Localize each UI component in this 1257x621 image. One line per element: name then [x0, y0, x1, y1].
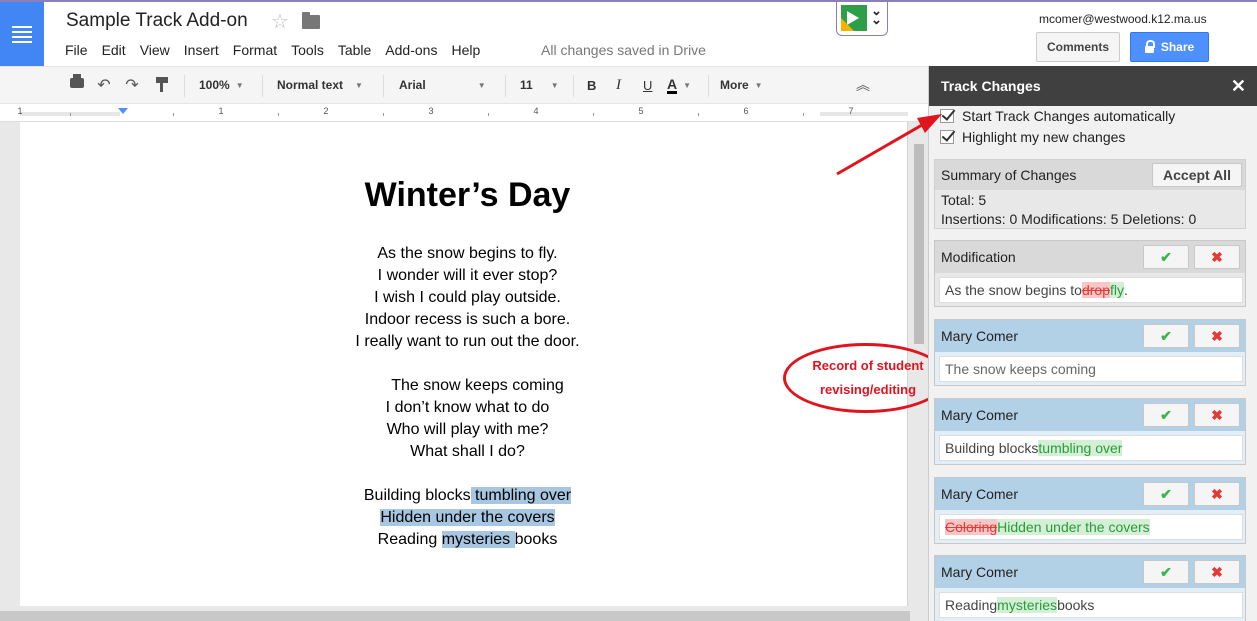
annotation-arrow	[836, 114, 942, 176]
app-window: Sample Track Add-on ☆ File Edit View Ins…	[0, 0, 1257, 621]
